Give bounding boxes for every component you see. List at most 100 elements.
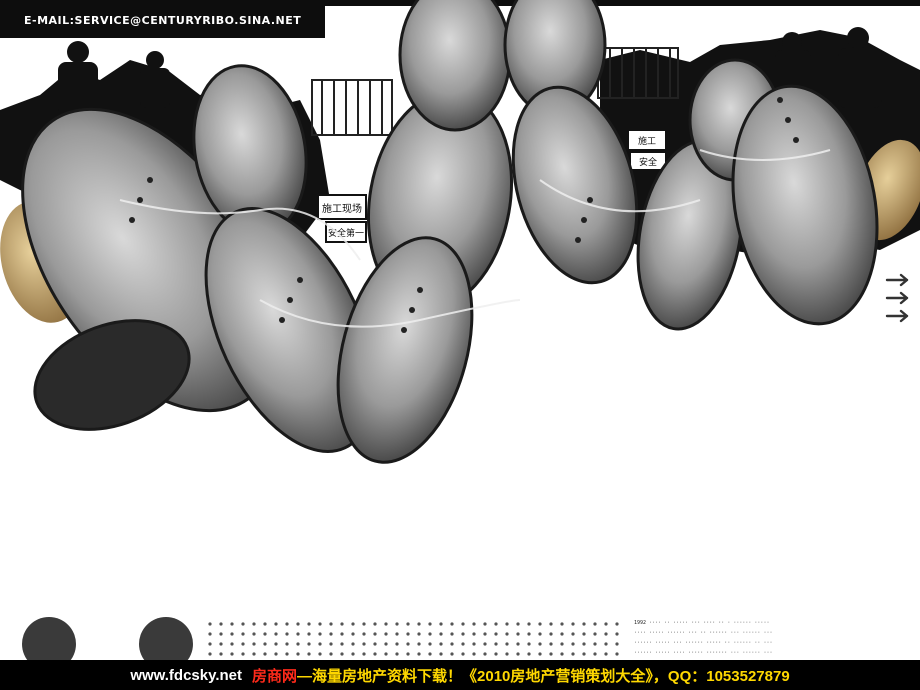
grid-dot — [384, 622, 388, 626]
grid-dot — [318, 632, 322, 636]
grid-dot — [230, 622, 234, 626]
grid-dot — [582, 632, 586, 636]
grid-dot — [219, 652, 223, 656]
grid-dot — [527, 652, 531, 656]
grid-dot — [560, 622, 564, 626]
grid-dot — [593, 642, 597, 646]
footer-promo-text: —海量房地产资料下载！《2010房地产营销策划大全》，QQ：1053527879 — [297, 667, 790, 685]
grid-dot — [384, 652, 388, 656]
grid-dot — [461, 652, 465, 656]
grid-dot — [296, 642, 300, 646]
grid-dot — [538, 632, 542, 636]
grid-dot — [428, 632, 432, 636]
grid-dot — [219, 622, 223, 626]
grid-dot — [263, 622, 267, 626]
grid-dot — [593, 632, 597, 636]
grid-dot — [395, 632, 399, 636]
grid-dot — [538, 642, 542, 646]
grid-dot — [571, 622, 575, 626]
grid-dot — [406, 632, 410, 636]
grid-dot — [406, 642, 410, 646]
grid-dot — [340, 622, 344, 626]
grid-dot — [373, 642, 377, 646]
grid-dot — [439, 642, 443, 646]
grid-dot — [296, 652, 300, 656]
grid-dot — [351, 632, 355, 636]
grid-dot — [285, 652, 289, 656]
grid-dot — [417, 642, 421, 646]
grid-dot — [307, 652, 311, 656]
grid-dot — [527, 632, 531, 636]
grid-dot — [373, 632, 377, 636]
grid-dot — [406, 622, 410, 626]
grid-dot — [329, 622, 333, 626]
sign-text-1: 施工现场 — [322, 202, 362, 215]
grid-dot — [329, 652, 333, 656]
grid-dot — [340, 632, 344, 636]
grid-dot — [230, 652, 234, 656]
footer-brand: 房商网 — [252, 667, 298, 685]
grid-dot — [494, 632, 498, 636]
grid-dot — [208, 652, 212, 656]
grid-dot — [208, 642, 212, 646]
grid-dot — [615, 642, 619, 646]
grid-dot — [208, 622, 212, 626]
grid-dot — [450, 632, 454, 636]
grid-dot — [494, 622, 498, 626]
grid-dot — [615, 632, 619, 636]
grid-dot — [505, 632, 509, 636]
decorative-fine-print: 1992 ···· ·· ····· ··· ···· ·· · ······ … — [634, 620, 773, 656]
grid-dot — [296, 622, 300, 626]
grid-dot — [384, 632, 388, 636]
grid-dot — [472, 652, 476, 656]
grid-dot — [252, 642, 256, 646]
grid-dot — [307, 642, 311, 646]
grid-dot — [329, 642, 333, 646]
footer-url-link[interactable]: www.fdcsky.net — [130, 667, 242, 684]
grid-dot — [494, 652, 498, 656]
grid-dot — [571, 642, 575, 646]
grid-dot — [362, 642, 366, 646]
grid-dot — [461, 632, 465, 636]
grid-dot — [483, 642, 487, 646]
grid-dot — [483, 622, 487, 626]
grid-dot — [428, 652, 432, 656]
grid-dot — [230, 642, 234, 646]
grid-dot — [604, 632, 608, 636]
grid-dot — [428, 622, 432, 626]
grid-dot — [208, 632, 212, 636]
triple-right-arrow-icon[interactable] — [884, 272, 912, 324]
grid-dot — [604, 652, 608, 656]
grid-dot — [604, 642, 608, 646]
grid-dot — [450, 622, 454, 626]
grid-dot — [340, 642, 344, 646]
grid-dot — [417, 652, 421, 656]
grid-dot — [373, 652, 377, 656]
grid-dot — [274, 622, 278, 626]
grid-dot — [362, 652, 366, 656]
grid-dot — [549, 652, 553, 656]
grid-dot — [318, 622, 322, 626]
grid-dot — [439, 632, 443, 636]
grid-dot — [351, 652, 355, 656]
grid-dot — [538, 652, 542, 656]
grid-dot — [516, 652, 520, 656]
grid-dot — [274, 652, 278, 656]
shoes-collage-image: 施工现场 安全第一 施工 安全 — [0, 0, 920, 464]
grid-dot — [571, 632, 575, 636]
grid-dot — [593, 652, 597, 656]
grid-dot — [593, 622, 597, 626]
grid-dot — [285, 632, 289, 636]
grid-dot — [472, 632, 476, 636]
grid-dot — [285, 622, 289, 626]
grid-dot — [351, 622, 355, 626]
grid-dot — [527, 642, 531, 646]
grid-dot — [252, 622, 256, 626]
grid-dot — [549, 632, 553, 636]
sign-text-3: 施工 — [638, 135, 656, 147]
grid-dot — [307, 632, 311, 636]
grid-dot — [494, 642, 498, 646]
grid-dot — [241, 622, 245, 626]
sign-text-4: 安全 — [639, 156, 657, 168]
grid-dot — [450, 642, 454, 646]
